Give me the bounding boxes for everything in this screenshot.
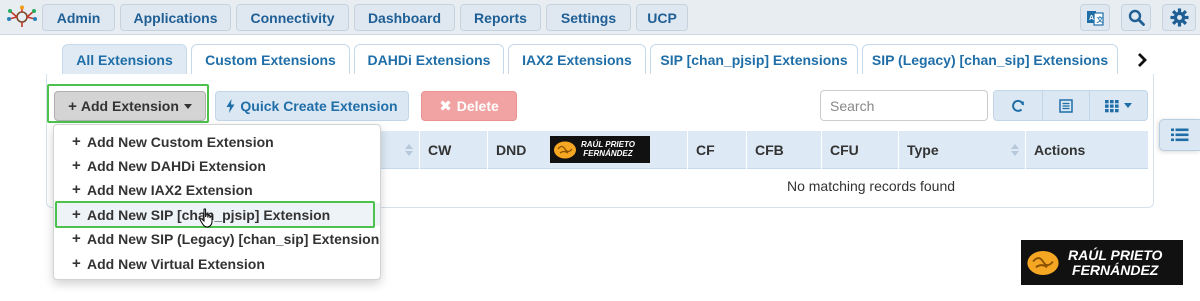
column-cw-label: CW	[428, 142, 452, 158]
menu-item-label: Add New DAHDi Extension	[87, 157, 266, 174]
svg-text:文: 文	[1097, 15, 1105, 24]
menu-item-custom-extension[interactable]: + Add New Custom Extension	[54, 130, 380, 153]
refresh-icon	[1012, 99, 1024, 112]
nav-settings[interactable]: Settings	[546, 4, 631, 31]
plus-icon: +	[72, 133, 81, 150]
watermark-small-line2: FERNÁNDEZ	[583, 148, 633, 158]
delete-button[interactable]: ✖ Delete	[421, 91, 517, 121]
watermark-large-line1: RAÚL PRIETO	[1068, 246, 1163, 263]
tab-all-extensions[interactable]: All Extensions	[62, 44, 187, 75]
plus-icon: +	[72, 157, 81, 174]
menu-item-virtual-extension[interactable]: + Add New Virtual Extension	[54, 252, 380, 275]
brain-icon	[1027, 250, 1059, 275]
refresh-button[interactable]	[993, 90, 1043, 121]
search-button[interactable]	[1121, 4, 1151, 31]
column-header-actions[interactable]: Actions	[1025, 131, 1148, 169]
language-icon: A 文	[1087, 10, 1105, 26]
nav-admin[interactable]: Admin	[42, 4, 115, 31]
sort-icon	[405, 144, 413, 156]
caret-down-icon	[183, 103, 192, 109]
watermark-logo-large: RAÚL PRIETO FERNÁNDEZ	[1021, 240, 1183, 285]
column-type-label: Type	[907, 142, 939, 158]
chevron-right-icon	[1138, 53, 1147, 67]
quick-create-extension-button[interactable]: Quick Create Extension	[215, 91, 409, 121]
list-icon	[1059, 98, 1073, 113]
gear-icon	[1169, 8, 1189, 27]
menu-item-label: Add New Virtual Extension	[87, 255, 265, 272]
columns-button[interactable]	[1090, 90, 1148, 121]
column-cfb-label: CFB	[755, 142, 784, 158]
search-input[interactable]	[820, 90, 988, 121]
tab-dahdi-extensions[interactable]: DAHDi Extensions	[354, 44, 504, 75]
freepbx-logo[interactable]	[4, 5, 40, 29]
add-extension-button[interactable]: + Add Extension	[54, 91, 206, 121]
grid-icon	[1105, 99, 1119, 112]
caret-down-icon	[1124, 103, 1132, 108]
times-icon: ✖	[439, 98, 452, 115]
settings-button[interactable]	[1162, 4, 1196, 31]
svg-text:A: A	[1089, 15, 1094, 22]
nav-reports[interactable]: Reports	[460, 4, 541, 31]
column-header-cfb[interactable]: CFB	[746, 131, 821, 169]
nav-ucp[interactable]: UCP	[636, 4, 688, 31]
delete-label: Delete	[456, 98, 499, 114]
menu-item-iax2-extension[interactable]: + Add New IAX2 Extension	[54, 178, 380, 201]
language-button[interactable]: A 文	[1080, 4, 1110, 31]
nav-dashboard[interactable]: Dashboard	[354, 4, 455, 31]
column-cf-label: CF	[696, 142, 715, 158]
top-navbar: Admin Applications Connectivity Dashboar…	[0, 0, 1200, 35]
list-icon	[1171, 128, 1189, 142]
brain-icon	[554, 141, 576, 158]
quick-create-label: Quick Create Extension	[240, 98, 398, 114]
tab-sip-legacy-extensions[interactable]: SIP (Legacy) [chan_sip] Extensions	[862, 44, 1118, 75]
side-panel-toggle[interactable]	[1159, 119, 1200, 151]
hand-cursor-icon	[199, 208, 213, 228]
column-dnd-label: DND	[496, 142, 527, 158]
menu-item-sip-legacy-extension[interactable]: + Add New SIP (Legacy) [chan_sip] Extensi…	[54, 227, 380, 250]
column-cfu-label: CFU	[830, 142, 859, 158]
plus-icon: +	[72, 181, 81, 198]
plus-icon: +	[72, 255, 81, 272]
column-header-cf[interactable]: CF	[687, 131, 746, 169]
nav-applications[interactable]: Applications	[120, 4, 231, 31]
menu-item-label: Add New SIP (Legacy) [chan_sip] Extensio…	[87, 230, 380, 247]
bolt-icon	[226, 99, 235, 113]
sip-pjsip-highlight	[55, 201, 375, 228]
menu-item-dahdi-extension[interactable]: + Add New DAHDi Extension	[54, 154, 380, 177]
menu-item-label: Add New Custom Extension	[87, 133, 274, 150]
column-header-cw[interactable]: CW	[419, 131, 487, 169]
search-icon	[1128, 9, 1145, 26]
plus-icon: +	[72, 230, 81, 247]
tab-iax2-extensions[interactable]: IAX2 Extensions	[508, 44, 646, 75]
watermark-logo-small: RAÚL PRIETO FERNÁNDEZ	[550, 136, 650, 163]
tab-custom-extensions[interactable]: Custom Extensions	[191, 44, 350, 75]
watermark-large-line2: FERNÁNDEZ	[1072, 261, 1159, 278]
add-extension-label: Add Extension	[80, 98, 179, 114]
tab-sip-pjsip-extensions[interactable]: SIP [chan_pjsip] Extensions	[650, 44, 858, 75]
column-header-cfu[interactable]: CFU	[821, 131, 898, 169]
toggle-view-button[interactable]	[1043, 90, 1090, 121]
empty-message: No matching records found	[786, 178, 956, 194]
column-actions-label: Actions	[1034, 142, 1086, 158]
tabs-scroll-right-button[interactable]	[1130, 48, 1154, 72]
menu-item-label: Add New IAX2 Extension	[87, 181, 253, 198]
sort-icon	[1011, 144, 1019, 156]
column-header-type[interactable]: Type	[898, 131, 1025, 169]
plus-icon: +	[68, 97, 77, 115]
nav-connectivity[interactable]: Connectivity	[236, 4, 349, 31]
